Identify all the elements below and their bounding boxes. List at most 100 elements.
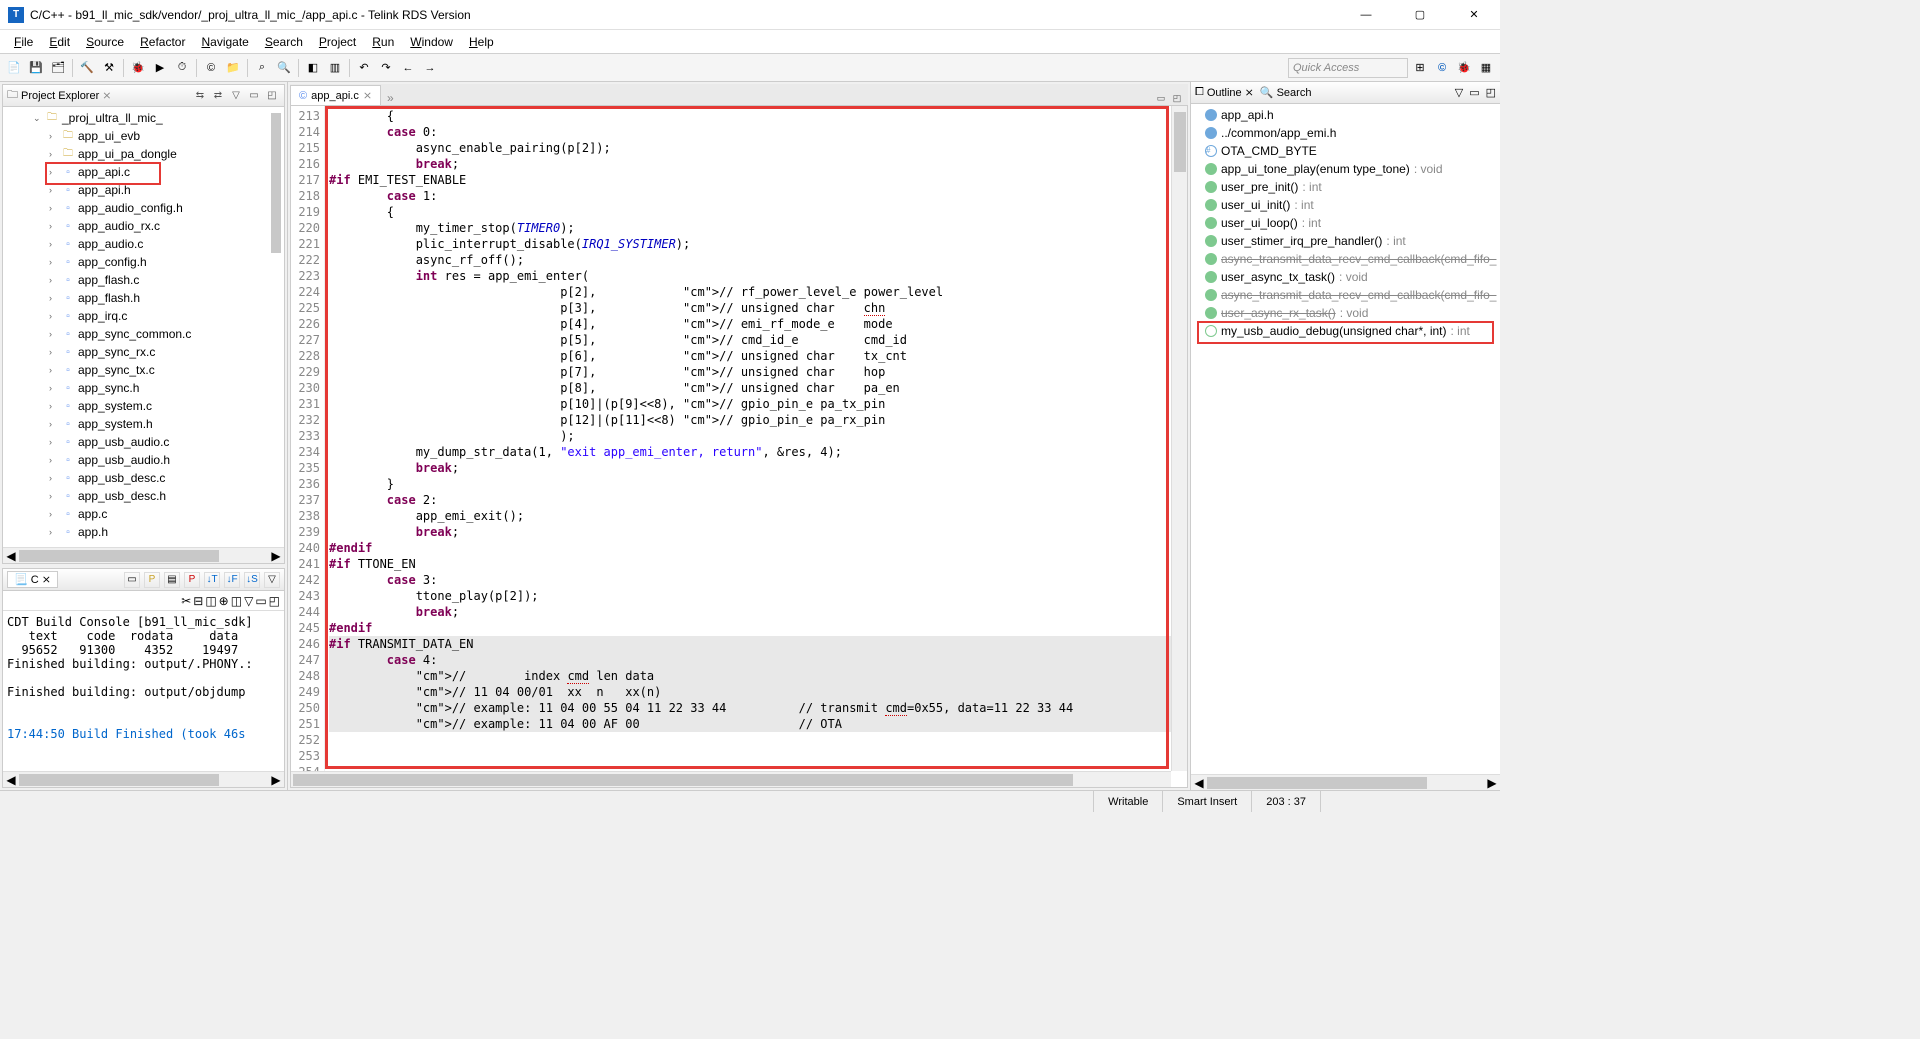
code-area[interactable]: { case 0: async_enable_pairing(p[2]); br…: [325, 106, 1187, 787]
code-editor[interactable]: 213 214 215 216 217 218 219 220 221 222 …: [290, 106, 1188, 788]
tree-item[interactable]: ›🗀app_ui_evb: [3, 127, 284, 145]
tree-item[interactable]: ›▫app_sync_rx.c: [3, 343, 284, 361]
search-icon[interactable]: 🔍: [274, 58, 294, 78]
menu-run[interactable]: Run: [364, 33, 402, 51]
menu-project[interactable]: Project: [311, 33, 364, 51]
tree-scroll-left-icon[interactable]: ◀: [3, 548, 19, 563]
tree-scrollbar-thumb[interactable]: [271, 113, 281, 253]
outline-sort-icon[interactable]: ▽: [1455, 86, 1463, 99]
outline-item[interactable]: user_async_rx_task() : void: [1191, 304, 1500, 322]
tree-item[interactable]: ›▫app_sync.h: [3, 379, 284, 397]
minimize-view-icon[interactable]: ▭: [246, 88, 262, 104]
console-hscroll-thumb[interactable]: [19, 774, 219, 786]
tree-item[interactable]: ›▫app_api.c: [3, 163, 284, 181]
console-scroll-right-icon[interactable]: ▶: [268, 772, 284, 787]
editor-minimize-icon[interactable]: ▭: [1154, 91, 1168, 105]
console-sub5-icon[interactable]: ◫: [231, 594, 242, 608]
back-icon[interactable]: ←: [398, 58, 418, 78]
debug-perspective-icon[interactable]: 🐞: [1454, 58, 1474, 78]
tree-item[interactable]: ›▫app_sync_tx.c: [3, 361, 284, 379]
quick-access-input[interactable]: Quick Access: [1288, 58, 1408, 78]
editor-vscroll-thumb[interactable]: [1174, 112, 1186, 172]
cpp-perspective-icon[interactable]: ©: [1432, 58, 1452, 78]
tree-item[interactable]: ›▫app_irq.c: [3, 307, 284, 325]
menu-edit[interactable]: Edit: [41, 33, 78, 51]
project-explorer-tree[interactable]: ⌄🗀_proj_ultra_ll_mic_›🗀app_ui_evb›🗀app_u…: [3, 107, 284, 547]
console-sub6-icon[interactable]: ▽: [244, 594, 253, 608]
outline-item[interactable]: ../common/app_emi.h: [1191, 124, 1500, 142]
open-type-icon[interactable]: ⌕: [252, 58, 272, 78]
outline-hscroll-thumb[interactable]: [1207, 777, 1427, 789]
outline-item[interactable]: user_async_tx_task() : void: [1191, 268, 1500, 286]
editor-tab-app-api[interactable]: © app_api.c ⨯: [290, 85, 381, 105]
close-button[interactable]: ✕: [1456, 3, 1492, 27]
view-menu-icon[interactable]: ▽: [228, 88, 244, 104]
outline-min-icon[interactable]: ▭: [1469, 86, 1479, 99]
editor-tab-overflow[interactable]: »: [381, 91, 400, 105]
tree-item[interactable]: ›▫app_api.h: [3, 181, 284, 199]
menu-help[interactable]: Help: [461, 33, 502, 51]
outline-item[interactable]: app_ui_tone_play(enum type_tone) : void: [1191, 160, 1500, 178]
toggle-mark-icon[interactable]: ◧: [303, 58, 323, 78]
maximize-view-icon[interactable]: ◰: [264, 88, 280, 104]
tree-item[interactable]: ›▫app_system.c: [3, 397, 284, 415]
console-sub7-icon[interactable]: ▭: [255, 594, 266, 608]
debug-icon[interactable]: 🐞: [128, 58, 148, 78]
link-editor-icon[interactable]: ⇄: [210, 88, 226, 104]
outline-item[interactable]: user_ui_init() : int: [1191, 196, 1500, 214]
outline-item[interactable]: user_stimer_irq_pre_handler() : int: [1191, 232, 1500, 250]
console-sub4-icon[interactable]: ⊕: [219, 594, 229, 608]
outline-scroll-left-icon[interactable]: ◀: [1191, 775, 1207, 790]
prev-edit-icon[interactable]: ↶: [354, 58, 374, 78]
search-tab[interactable]: 🔍 Search: [1260, 86, 1312, 99]
console-sub3-icon[interactable]: ◫: [205, 594, 216, 608]
tree-item[interactable]: ⌄🗀_proj_ultra_ll_mic_: [3, 109, 284, 127]
outline-max-icon[interactable]: ◰: [1486, 86, 1496, 99]
menu-search[interactable]: Search: [257, 33, 311, 51]
next-annotation-icon[interactable]: ▥: [325, 58, 345, 78]
maximize-button[interactable]: ▢: [1402, 3, 1438, 27]
console-btn4-icon[interactable]: P: [184, 572, 200, 588]
outline-item[interactable]: async_transmit_data_recv_cmd_callback(cm…: [1191, 286, 1500, 304]
console-tab[interactable]: 📃 C ⨯: [7, 571, 58, 588]
tree-item[interactable]: ›▫app_audio_rx.c: [3, 217, 284, 235]
console-sub8-icon[interactable]: ◰: [269, 594, 280, 608]
tree-hscroll-thumb[interactable]: [19, 550, 219, 562]
tree-item[interactable]: ›▫app_usb_audio.c: [3, 433, 284, 451]
tree-item[interactable]: ›▫app_usb_desc.c: [3, 469, 284, 487]
open-perspective-icon[interactable]: ⊞: [1410, 58, 1430, 78]
run-icon[interactable]: ▶: [150, 58, 170, 78]
tree-item[interactable]: ›▫app_audio.c: [3, 235, 284, 253]
tree-item[interactable]: ›▫app.c: [3, 505, 284, 523]
outline-item[interactable]: user_pre_init() : int: [1191, 178, 1500, 196]
tree-item[interactable]: ›▫app_sync_common.c: [3, 325, 284, 343]
tree-item[interactable]: ›▫app_usb_desc.h: [3, 487, 284, 505]
profile-icon[interactable]: ⏱: [172, 58, 192, 78]
minimize-button[interactable]: —: [1348, 3, 1384, 27]
save-icon[interactable]: 💾: [26, 58, 46, 78]
menu-file[interactable]: File: [6, 33, 41, 51]
console-btn7-icon[interactable]: ↓S: [244, 572, 260, 588]
new-icon[interactable]: 📄: [4, 58, 24, 78]
outline-item[interactable]: user_ui_loop() : int: [1191, 214, 1500, 232]
editor-hscroll-thumb[interactable]: [293, 774, 1073, 786]
console-btn2-icon[interactable]: P: [144, 572, 160, 588]
console-menu-icon[interactable]: ▽: [264, 572, 280, 588]
new-class-icon[interactable]: ©: [201, 58, 221, 78]
outline-tab[interactable]: ⧠ Outline ⨯: [1195, 86, 1254, 99]
build-icon[interactable]: 🔨: [77, 58, 97, 78]
menu-source[interactable]: Source: [78, 33, 132, 51]
outline-item[interactable]: #OTA_CMD_BYTE: [1191, 142, 1500, 160]
editor-maximize-icon[interactable]: ◰: [1170, 91, 1184, 105]
console-sub1-icon[interactable]: ✂: [181, 594, 191, 608]
menu-refactor[interactable]: Refactor: [132, 33, 193, 51]
next-edit-icon[interactable]: ↷: [376, 58, 396, 78]
tree-item[interactable]: ›▫app_config.h: [3, 253, 284, 271]
console-pin-icon[interactable]: ▭: [124, 572, 140, 588]
console-scroll-left-icon[interactable]: ◀: [3, 772, 19, 787]
resource-perspective-icon[interactable]: ▦: [1476, 58, 1496, 78]
console-sub2-icon[interactable]: ⊟: [193, 594, 203, 608]
tree-scroll-right-icon[interactable]: ▶: [268, 548, 284, 563]
menu-window[interactable]: Window: [402, 33, 461, 51]
save-all-icon[interactable]: 🗂: [48, 58, 68, 78]
